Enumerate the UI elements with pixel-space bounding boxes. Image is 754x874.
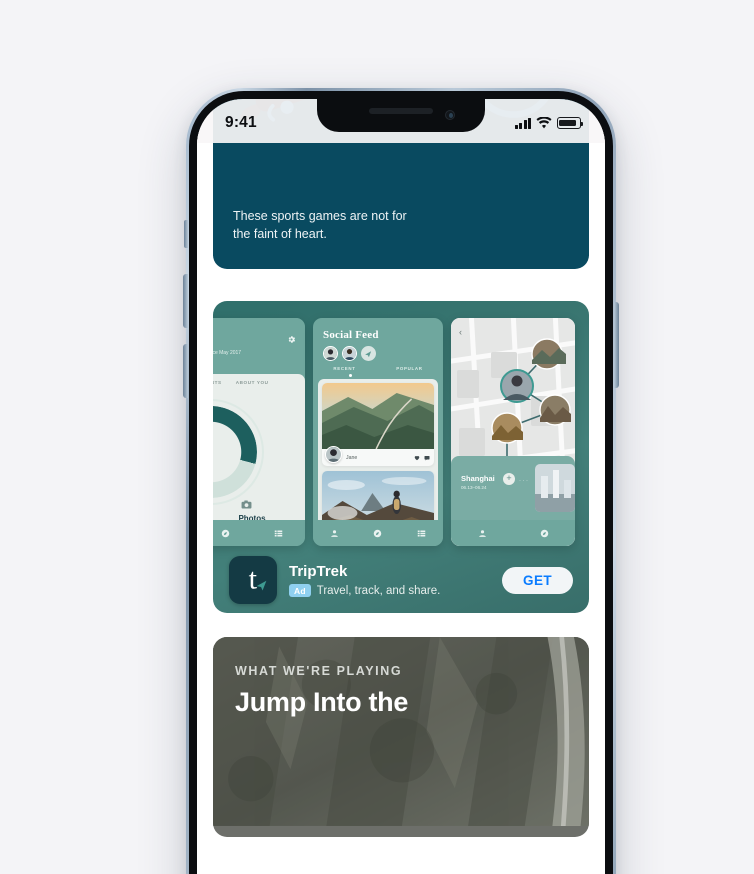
person-icon[interactable] (330, 529, 339, 538)
post-author-avatar[interactable] (325, 446, 342, 463)
feed-tabbar[interactable] (313, 520, 443, 546)
editorial-kicker: WHAT WE'RE PLAYING (235, 664, 403, 678)
profile-member-since: r since May 2017 (213, 350, 242, 356)
profile-tabbar[interactable] (213, 520, 305, 546)
triptrek-app-icon[interactable]: t (229, 556, 277, 604)
front-camera (445, 110, 455, 120)
compass-icon[interactable] (540, 529, 549, 538)
ad-subtitle-row: Ad Travel, track, and share. (289, 584, 502, 597)
post-author-name: Jane (346, 454, 358, 461)
what-were-playing-card[interactable]: WHAT WE'RE PLAYING Jump Into the (213, 637, 589, 837)
trip-city: Shanghai (461, 474, 495, 483)
post-meta-row: Jane (322, 446, 434, 466)
mute-switch-button[interactable] (184, 220, 188, 248)
ad-footer-row[interactable]: t TripTrek Ad Travel, track, and share. … (213, 547, 589, 613)
volume-up-button[interactable] (183, 274, 188, 328)
profile-header (213, 318, 305, 374)
power-button[interactable] (614, 302, 619, 388)
map-tabbar[interactable] (451, 520, 575, 546)
gear-icon[interactable] (287, 335, 296, 344)
person-icon[interactable] (478, 529, 487, 538)
social-feed-title: Social Feed (323, 329, 379, 341)
status-bar-indicators (514, 117, 583, 129)
banner-caption: These sports games are not for the faint… (233, 207, 407, 243)
banner-caption-line2: the faint of heart. (233, 226, 327, 241)
ad-badge: Ad (289, 584, 311, 597)
location-arrow-icon (256, 580, 267, 591)
active-tab-indicator (349, 374, 352, 377)
map-pin-photo-active (500, 369, 534, 403)
app-screenshots-gallery[interactable]: e r since May 2017 POINTS ABOUT YOU (213, 301, 589, 547)
trip-thumbnail[interactable] (535, 464, 575, 512)
map-pin-photo (531, 338, 566, 370)
ad-app-name: TripTrek (289, 563, 348, 580)
battery-icon (557, 117, 583, 129)
get-button[interactable]: GET (502, 566, 573, 594)
map-trip-panel[interactable]: Shanghai 06.13–06.24 + ··· (451, 456, 575, 520)
device-screen: These sports games are not for the faint… (197, 99, 605, 874)
screenshot-profile[interactable]: e r since May 2017 POINTS ABOUT YOU (213, 318, 305, 546)
story-avatars[interactable] (323, 346, 376, 361)
compass-icon[interactable] (221, 529, 230, 538)
map-pin-photo (539, 394, 571, 426)
trip-dates: 06.13–06.24 (461, 485, 487, 490)
send-icon (365, 351, 372, 358)
cellular-bars-icon (514, 117, 531, 129)
triptrek-ad-card[interactable]: e r since May 2017 POINTS ABOUT YOU (213, 301, 589, 613)
screenshot-social-feed[interactable]: Social Feed RECENT POPULAR Jane (313, 318, 443, 546)
status-bar-time: 9:41 (225, 114, 257, 131)
list-icon[interactable] (417, 529, 426, 538)
list-icon[interactable] (274, 529, 283, 538)
banner-caption-line1: These sports games are not for (233, 208, 407, 223)
feed-post-list[interactable]: Jane (318, 379, 438, 546)
device-notch (317, 99, 485, 132)
ad-text-block: TripTrek Ad Travel, track, and share. (289, 563, 502, 597)
screenshot-map[interactable]: ‹ Shanghai 06.13–06.24 + ··· (451, 318, 575, 546)
add-story-button[interactable] (361, 346, 376, 361)
iphone-device: These sports games are not for the faint… (183, 88, 619, 874)
volume-down-button[interactable] (183, 344, 188, 398)
post-photo (322, 383, 434, 449)
feed-tabs[interactable]: RECENT POPULAR (313, 366, 443, 371)
profile-body: POINTS ABOUT YOU 13k Followers (213, 374, 305, 546)
add-stop-button[interactable]: + (503, 473, 515, 485)
map-pin-photo (491, 412, 523, 444)
profile-tab-about-you[interactable]: ABOUT YOU (236, 380, 269, 385)
heart-icon[interactable] (414, 455, 420, 461)
photo-icon (241, 500, 252, 509)
feed-post-card[interactable]: Jane (322, 383, 434, 466)
avatar[interactable] (323, 346, 338, 361)
ad-tagline: Travel, track, and share. (316, 584, 441, 597)
post-actions[interactable] (414, 455, 430, 461)
profile-tab-points[interactable]: POINTS (213, 380, 222, 385)
wifi-icon (536, 117, 552, 129)
profile-tabs[interactable]: POINTS ABOUT YOU (213, 380, 305, 385)
comment-icon[interactable] (424, 455, 430, 461)
feed-tab-popular[interactable]: POPULAR (396, 366, 422, 371)
compass-icon[interactable] (373, 529, 382, 538)
feed-tab-recent[interactable]: RECENT (333, 366, 355, 371)
avatar[interactable] (342, 346, 357, 361)
earpiece-speaker (369, 108, 433, 114)
editorial-title: Jump Into the (235, 687, 409, 717)
trip-path-dots: ··· (519, 478, 530, 484)
app-store-scroll-view[interactable]: These sports games are not for the faint… (197, 99, 605, 874)
